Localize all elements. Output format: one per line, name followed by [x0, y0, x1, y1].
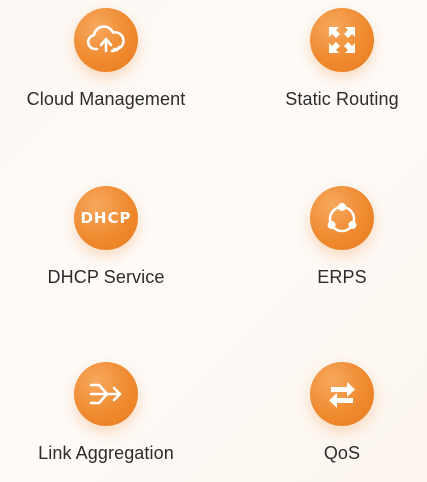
feature-label: Cloud Management [26, 89, 186, 109]
cloud-upload-icon [74, 8, 138, 72]
feature-dhcp-service[interactable]: DHCP DHCP Service [6, 186, 206, 288]
swap-arrows-icon [310, 362, 374, 426]
feature-static-routing[interactable]: Static Routing [242, 8, 427, 110]
dhcp-icon: DHCP [74, 186, 138, 250]
feature-link-aggregation[interactable]: Link Aggregation [6, 362, 206, 464]
feature-label: QoS [323, 443, 361, 463]
ring-network-icon [310, 186, 374, 250]
merge-arrows-icon [74, 362, 138, 426]
dhcp-icon-text: DHCP [80, 209, 132, 227]
feature-label: ERPS [317, 267, 367, 287]
feature-qos[interactable]: QoS [242, 362, 427, 464]
feature-label: Static Routing [285, 89, 399, 109]
feature-grid: Cloud Management Static Routing DHCP DHC… [0, 0, 427, 482]
feature-label: DHCP Service [47, 267, 165, 287]
arrows-expand-icon [310, 8, 374, 72]
feature-label: Link Aggregation [38, 443, 174, 463]
feature-erps[interactable]: ERPS [242, 186, 427, 288]
feature-cloud-management[interactable]: Cloud Management [6, 8, 206, 110]
